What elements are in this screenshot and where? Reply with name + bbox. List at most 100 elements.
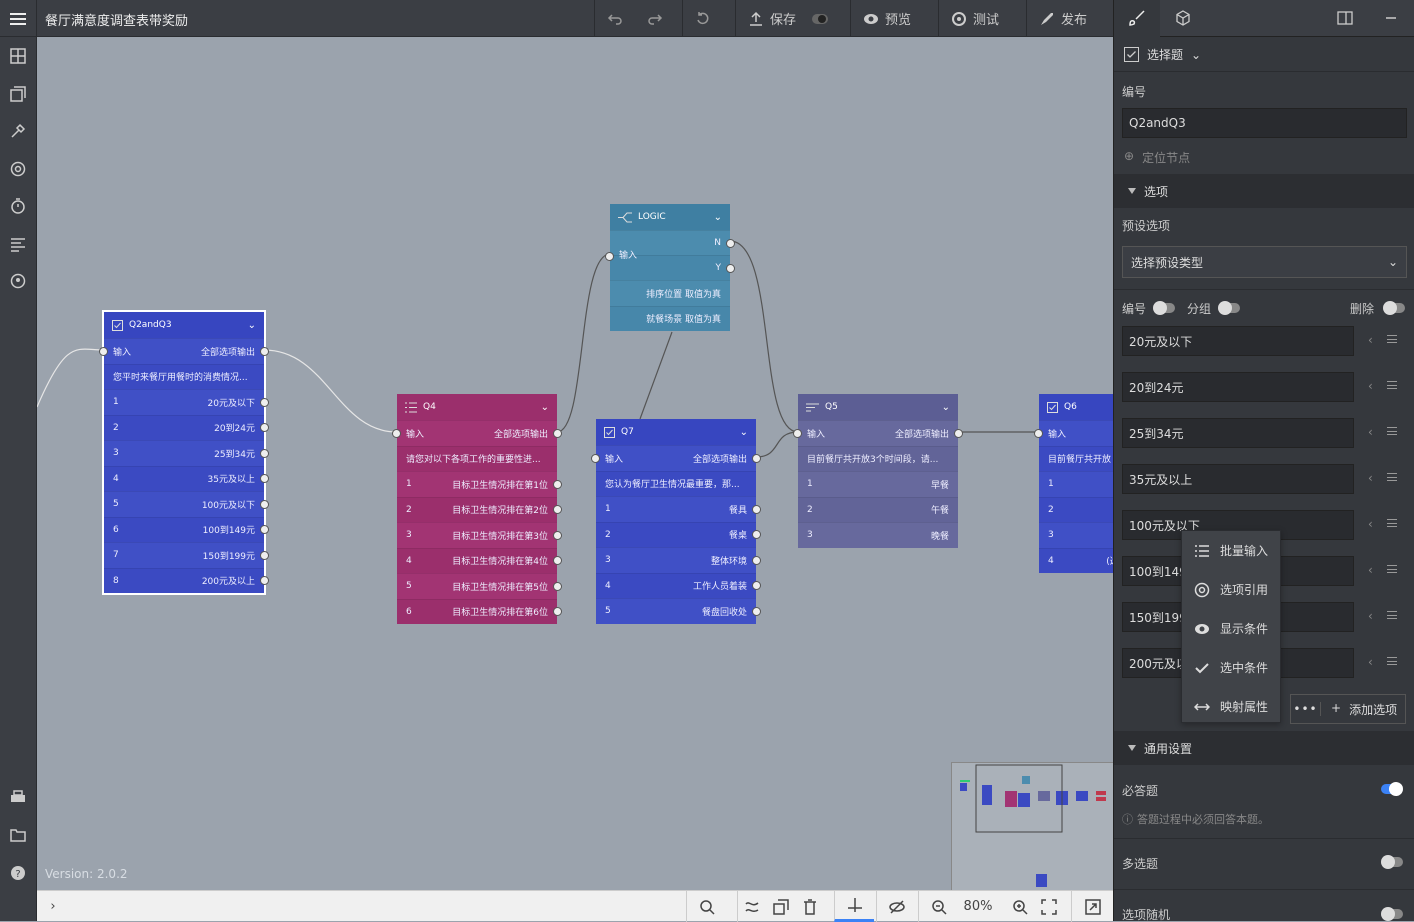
folder-icon[interactable] bbox=[8, 825, 28, 845]
trash-icon[interactable] bbox=[796, 891, 824, 922]
node-header[interactable]: Q5 ⌄ bbox=[798, 394, 958, 420]
fullscreen-icon[interactable] bbox=[1071, 891, 1113, 922]
options-section-header[interactable]: 选项 bbox=[1114, 174, 1414, 208]
chevron-down-icon[interactable]: ⌄ bbox=[714, 212, 722, 223]
brush-icon[interactable] bbox=[1114, 0, 1160, 37]
chevron-left-icon[interactable]: ‹ bbox=[1368, 425, 1373, 439]
option-output-port[interactable] bbox=[260, 499, 269, 509]
chevron-down-icon[interactable]: ⌄ bbox=[248, 320, 256, 331]
option-input[interactable]: 20到24元 bbox=[1122, 372, 1354, 402]
cube-icon[interactable] bbox=[1160, 0, 1206, 37]
timer-icon[interactable] bbox=[8, 196, 28, 216]
node-logic[interactable]: LOGIC ⌄ N 输入 Y 排序位置 取值为真 就餐场景 取值为真 bbox=[605, 204, 735, 331]
chevron-left-icon[interactable]: ‹ bbox=[1368, 563, 1373, 577]
mapping-property-item[interactable]: 映射属性 bbox=[1182, 687, 1280, 726]
node-q6[interactable]: Q6 输入 目前餐厅共开放 1 2 3 4 (选项 + 备 bbox=[1034, 394, 1113, 573]
option-output-port[interactable] bbox=[260, 448, 269, 458]
option-input[interactable]: 20元及以下 bbox=[1122, 326, 1354, 356]
chevron-down-icon[interactable]: ⌄ bbox=[740, 427, 748, 438]
redo-icon[interactable] bbox=[635, 0, 675, 37]
general-section-header[interactable]: 通用设置 bbox=[1114, 731, 1414, 765]
output-port[interactable] bbox=[752, 453, 761, 463]
option-reference-item[interactable]: 选项引用 bbox=[1182, 570, 1280, 609]
question-type-selector[interactable]: 选择题 ⌄ bbox=[1124, 46, 1201, 63]
minimize-icon[interactable] bbox=[1368, 0, 1414, 37]
option-output-port[interactable] bbox=[260, 397, 269, 407]
input-port[interactable] bbox=[605, 251, 614, 261]
option-output-port[interactable] bbox=[553, 479, 562, 489]
autosave-toggle[interactable] bbox=[812, 13, 829, 24]
input-port[interactable] bbox=[591, 453, 600, 463]
drag-handle-icon[interactable] bbox=[1387, 381, 1397, 389]
publish-button[interactable]: 发布 bbox=[1027, 0, 1099, 37]
input-port[interactable] bbox=[793, 428, 802, 438]
multi-toggle[interactable] bbox=[1381, 855, 1403, 869]
required-toggle[interactable] bbox=[1381, 782, 1403, 796]
align-icon[interactable] bbox=[834, 891, 874, 922]
node-q7[interactable]: Q7 ⌄ 输入 全部选项输出 您认为餐厅卫生情况最重要，那... 1 餐具 2 餐桌 3… bbox=[591, 419, 761, 624]
drag-handle-icon[interactable] bbox=[1387, 565, 1397, 573]
help-icon[interactable]: ? bbox=[8, 863, 28, 883]
output-port[interactable] bbox=[260, 346, 269, 356]
option-output-port[interactable] bbox=[260, 576, 269, 586]
drag-handle-icon[interactable] bbox=[1387, 427, 1397, 435]
zoom-out-icon[interactable] bbox=[918, 891, 958, 922]
y-port[interactable] bbox=[726, 263, 735, 273]
batch-input-item[interactable]: 批量输入 bbox=[1182, 531, 1280, 570]
output-port[interactable] bbox=[553, 428, 562, 438]
option-output-port[interactable] bbox=[260, 474, 269, 484]
chevron-left-icon[interactable]: ‹ bbox=[1368, 333, 1373, 347]
node-header[interactable]: Q7 ⌄ bbox=[596, 419, 756, 445]
option-output-port[interactable] bbox=[260, 550, 269, 560]
node-q5[interactable]: Q5 ⌄ 输入 全部选项输出 目前餐厅共开放3个时间段，请... 1 早餐 2 午餐 3… bbox=[793, 394, 963, 548]
drag-handle-icon[interactable] bbox=[1387, 611, 1397, 619]
option-output-port[interactable] bbox=[752, 606, 761, 616]
node-header[interactable]: Q4 ⌄ bbox=[397, 394, 557, 420]
number-toggle[interactable] bbox=[1153, 301, 1175, 315]
duplicate-icon[interactable] bbox=[767, 891, 795, 922]
reset-icon[interactable] bbox=[683, 0, 723, 37]
chevron-left-icon[interactable]: ‹ bbox=[1368, 517, 1373, 531]
option-input[interactable]: 35元及以上 bbox=[1122, 464, 1354, 494]
option-output-port[interactable] bbox=[553, 505, 562, 515]
node-header[interactable]: Q6 bbox=[1039, 394, 1113, 420]
drag-handle-icon[interactable] bbox=[1387, 519, 1397, 527]
save-button[interactable]: 保存 bbox=[736, 0, 840, 37]
print-icon[interactable] bbox=[8, 787, 28, 807]
search-icon[interactable] bbox=[686, 891, 726, 922]
palette-icon[interactable] bbox=[8, 271, 28, 291]
option-output-port[interactable] bbox=[553, 556, 562, 566]
output-port[interactable] bbox=[954, 428, 963, 438]
flow-canvas[interactable]: Q2andQ3 ⌄ 输入 全部选项输出 您平时来餐厅用餐时的消费情况... 1 2… bbox=[37, 37, 1113, 890]
at-icon[interactable] bbox=[8, 159, 28, 179]
grid-icon[interactable] bbox=[8, 46, 28, 66]
add-option-button[interactable]: + 添加选项 bbox=[1321, 701, 1397, 718]
menu-icon[interactable] bbox=[0, 0, 37, 37]
node-q4[interactable]: Q4 ⌄ 输入 全部选项输出 请您对以下各项工作的重要性进... 1 目标卫生情况… bbox=[392, 394, 562, 624]
chevron-down-icon[interactable]: ⌄ bbox=[541, 402, 549, 413]
hide-icon[interactable] bbox=[876, 891, 916, 922]
zoom-in-icon[interactable] bbox=[1008, 891, 1032, 922]
option-output-port[interactable] bbox=[752, 581, 761, 591]
preview-button[interactable]: 预览 bbox=[851, 0, 923, 37]
id-input[interactable]: Q2andQ3 bbox=[1122, 108, 1407, 138]
option-output-port[interactable] bbox=[752, 504, 761, 514]
option-output-port[interactable] bbox=[752, 530, 761, 540]
split-view-icon[interactable] bbox=[1322, 0, 1368, 37]
select-condition-item[interactable]: 选中条件 bbox=[1182, 648, 1280, 687]
input-port[interactable] bbox=[99, 346, 108, 356]
node-header[interactable]: Q2andQ3 ⌄ bbox=[104, 312, 264, 338]
drag-handle-icon[interactable] bbox=[1387, 335, 1397, 343]
connect-icon[interactable] bbox=[737, 891, 765, 922]
preset-select[interactable]: 选择预设类型 ⌄ bbox=[1122, 246, 1407, 278]
drag-handle-icon[interactable] bbox=[1387, 473, 1397, 481]
chevron-left-icon[interactable]: ‹ bbox=[1368, 379, 1373, 393]
eyedropper-icon[interactable] bbox=[8, 121, 28, 141]
option-output-port[interactable] bbox=[260, 525, 269, 535]
pages-icon[interactable] bbox=[8, 84, 28, 104]
node-header[interactable]: LOGIC ⌄ bbox=[610, 204, 730, 230]
drag-handle-icon[interactable] bbox=[1387, 657, 1397, 665]
option-output-port[interactable] bbox=[553, 607, 562, 617]
more-icon[interactable]: ••• bbox=[1291, 702, 1321, 716]
option-output-port[interactable] bbox=[752, 555, 761, 565]
